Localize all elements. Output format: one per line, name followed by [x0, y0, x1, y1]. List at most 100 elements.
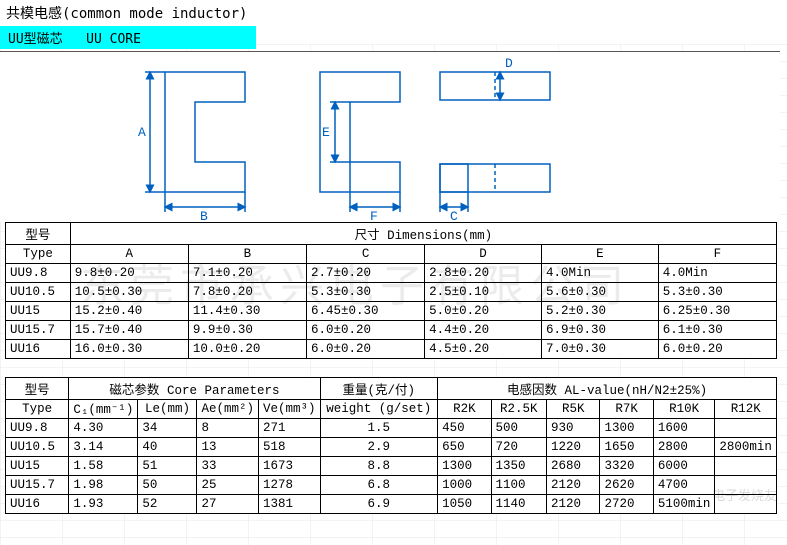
- title-en: (common mode inductor): [62, 6, 247, 22]
- val-cell: 6.9±0.30: [541, 321, 658, 340]
- table-row: UU10.510.5±0.307.8±0.205.3±0.302.5±0.105…: [6, 283, 777, 302]
- val-cell: 4700: [653, 476, 715, 495]
- val-cell: 6000: [653, 457, 715, 476]
- table-row: UU9.84.303482711.545050093013001600: [6, 419, 777, 438]
- val-cell: 10.5±0.30: [70, 283, 188, 302]
- val-cell: 2800: [653, 438, 715, 457]
- val-cell: 1300: [600, 419, 653, 438]
- dim-label-a: A: [138, 125, 146, 140]
- t1-col-A: A: [70, 245, 188, 264]
- val-cell: 650: [438, 438, 491, 457]
- table-row: UU1616.0±0.3010.0±0.206.0±0.204.5±0.207.…: [6, 340, 777, 359]
- dimensions-table: 型号 尺寸 Dimensions(mm) Type ABCDEF UU9.89.…: [5, 222, 777, 359]
- val-cell: 1140: [491, 495, 547, 514]
- val-cell: 11.4±0.30: [188, 302, 306, 321]
- val-cell: 1.58: [69, 457, 138, 476]
- val-cell: 450: [438, 419, 491, 438]
- val-cell: 7.1±0.20: [188, 264, 306, 283]
- t1-col-F: F: [658, 245, 776, 264]
- val-cell: 1381: [258, 495, 320, 514]
- val-cell: 6.0±0.20: [307, 340, 425, 359]
- uu-core-svg: A B F E D C: [0, 52, 780, 222]
- t2-head-al: 电感因数 AL-value(nH/N2±25%): [438, 378, 777, 400]
- val-cell: 8: [197, 419, 259, 438]
- val-cell: 1220: [547, 438, 600, 457]
- val-cell: 271: [258, 419, 320, 438]
- val-cell: 5100min: [653, 495, 715, 514]
- val-cell: 2.9: [320, 438, 438, 457]
- val-cell: 6.8: [320, 476, 438, 495]
- val-cell: 25: [197, 476, 259, 495]
- val-cell: 2620: [600, 476, 653, 495]
- val-cell: 5.2±0.30: [541, 302, 658, 321]
- table-row: UU161.93522713816.910501140212027205100m…: [6, 495, 777, 514]
- t2-alcol: R7K: [600, 400, 653, 419]
- val-cell: 1600: [653, 419, 715, 438]
- type-cell: UU10.5: [6, 283, 71, 302]
- table-row: UU15.71.98502512786.81000110021202620470…: [6, 476, 777, 495]
- t2-alcol: R2K: [438, 400, 491, 419]
- t1-col-E: E: [541, 245, 658, 264]
- type-cell: UU9.8: [6, 264, 71, 283]
- val-cell: 27: [197, 495, 259, 514]
- t1-col-D: D: [425, 245, 542, 264]
- table-row: UU1515.2±0.4011.4±0.306.45±0.305.0±0.205…: [6, 302, 777, 321]
- subtitle-en: UU CORE: [86, 32, 141, 47]
- val-cell: 2120: [547, 476, 600, 495]
- val-cell: 2800min: [715, 438, 777, 457]
- t1-head-type-cn: 型号: [6, 223, 71, 245]
- subtitle-cn: UU型磁芯: [8, 32, 63, 47]
- val-cell: 15.2±0.40: [70, 302, 188, 321]
- val-cell: 518: [258, 438, 320, 457]
- val-cell: 1650: [600, 438, 653, 457]
- val-cell: 9.8±0.20: [70, 264, 188, 283]
- val-cell: 1000: [438, 476, 491, 495]
- t2-head-core: 磁芯参数 Core Parameters: [69, 378, 320, 400]
- val-cell: 34: [138, 419, 197, 438]
- table-row: UU15.715.7±0.409.9±0.306.0±0.204.4±0.206…: [6, 321, 777, 340]
- dim-label-f: F: [370, 209, 378, 222]
- val-cell: 2.5±0.10: [425, 283, 542, 302]
- t2-alcol: R5K: [547, 400, 600, 419]
- val-cell: 6.0±0.20: [307, 321, 425, 340]
- type-cell: UU16: [6, 495, 69, 514]
- t2-alcol: R2.5K: [491, 400, 547, 419]
- val-cell: 7.0±0.30: [541, 340, 658, 359]
- dim-label-c: C: [450, 209, 458, 222]
- val-cell: 6.1±0.30: [658, 321, 776, 340]
- val-cell: 1100: [491, 476, 547, 495]
- val-cell: 7.8±0.20: [188, 283, 306, 302]
- val-cell: 1278: [258, 476, 320, 495]
- site-watermark: 电子发烧友: [712, 485, 777, 504]
- dim-label-d: D: [505, 56, 513, 71]
- val-cell: 1.93: [69, 495, 138, 514]
- val-cell: [715, 457, 777, 476]
- table-row: UU9.89.8±0.207.1±0.202.7±0.202.8±0.204.0…: [6, 264, 777, 283]
- val-cell: 2720: [600, 495, 653, 514]
- t1-col-C: C: [307, 245, 425, 264]
- val-cell: 1673: [258, 457, 320, 476]
- val-cell: 51: [138, 457, 197, 476]
- type-cell: UU15: [6, 302, 71, 321]
- t2-alcol: R12K: [715, 400, 777, 419]
- t1-col-B: B: [188, 245, 306, 264]
- val-cell: 2120: [547, 495, 600, 514]
- t1-head-type-en: Type: [6, 245, 71, 264]
- val-cell: 1.5: [320, 419, 438, 438]
- dim-label-e: E: [322, 125, 330, 140]
- t2-corecol: Ae(mm²): [197, 400, 259, 419]
- val-cell: 6.45±0.30: [307, 302, 425, 321]
- t2-corecol: C₁(mm⁻¹): [69, 400, 138, 419]
- val-cell: 930: [547, 419, 600, 438]
- parameters-table: 型号 磁芯参数 Core Parameters 重量(克/付) 电感因数 AL-…: [5, 377, 777, 514]
- page-title: 共模电感(common mode inductor): [0, 0, 787, 26]
- t2-head-wt-cn: 重量(克/付): [320, 378, 438, 400]
- val-cell: 3320: [600, 457, 653, 476]
- type-cell: UU9.8: [6, 419, 69, 438]
- val-cell: 2680: [547, 457, 600, 476]
- val-cell: 15.7±0.40: [70, 321, 188, 340]
- val-cell: 3.14: [69, 438, 138, 457]
- t2-corecol: Le(mm): [138, 400, 197, 419]
- val-cell: 5.6±0.30: [541, 283, 658, 302]
- val-cell: 2.7±0.20: [307, 264, 425, 283]
